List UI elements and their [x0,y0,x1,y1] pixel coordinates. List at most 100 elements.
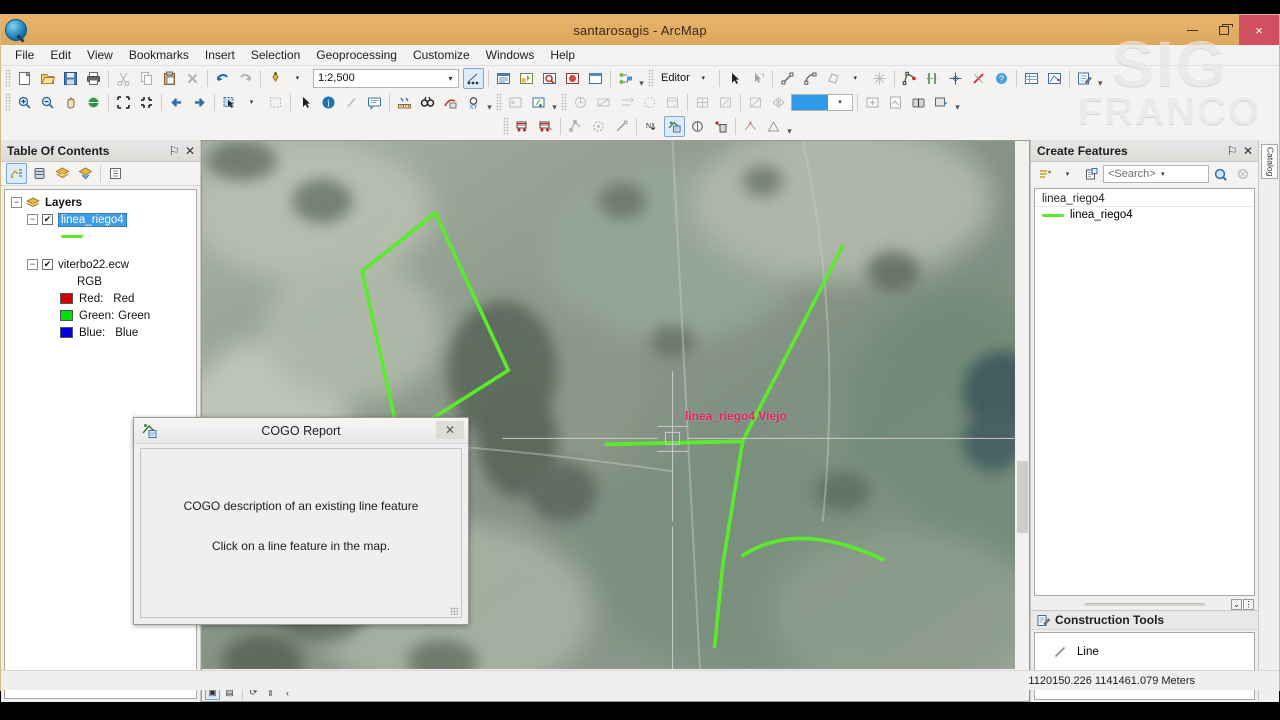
model-builder-icon[interactable] [615,68,636,89]
menu-edit[interactable]: Edit [42,46,79,64]
adjust-icon[interactable] [692,92,713,113]
rotate-icon[interactable] [945,68,966,89]
toolbar-grip[interactable] [648,69,654,87]
menu-insert[interactable]: Insert [197,46,243,64]
construction-tool-line[interactable]: Line [1035,645,1254,659]
georef-shift-icon[interactable] [616,92,637,113]
expander-icon[interactable]: − [27,259,38,270]
image-analysis-icon[interactable] [862,92,883,113]
list-by-drawing-order-icon[interactable] [6,163,27,184]
flip-icon[interactable] [768,92,789,113]
identify-icon[interactable]: i [318,92,339,113]
update-cogo-icon[interactable] [565,116,586,137]
print-icon[interactable] [83,68,104,89]
toolbar-overflow-button[interactable] [550,92,559,113]
cogo-dialog-titlebar[interactable]: COGO Report ✕ [134,418,468,444]
cogo-traverse-icon[interactable] [512,116,533,137]
cogo-area-icon[interactable] [611,116,632,137]
menu-file[interactable]: File [7,46,42,64]
editor-menu-dropdown[interactable]: ▾ [694,68,715,89]
expander-icon[interactable]: − [11,197,22,208]
undo-icon[interactable] [212,68,233,89]
toc-options-icon[interactable] [105,163,126,184]
cogo-traverse2-icon[interactable] [535,116,556,137]
clear-selection-icon[interactable] [265,92,286,113]
full-extent-icon[interactable] [83,92,104,113]
create-features-dropdown[interactable]: ▾ [1058,164,1079,185]
open-folder-icon[interactable] [37,68,58,89]
go-to-xy-icon[interactable]: XY [463,92,484,113]
cogo-divide-icon[interactable] [740,116,761,137]
feature-template-linea-riego4[interactable]: linea_riego4 [1035,207,1254,223]
add-data-dropdown[interactable]: ▾ [288,68,309,89]
layer-visibility-checkbox[interactable]: ✔ [42,259,53,270]
html-popup-icon[interactable] [364,92,385,113]
cogo-report-icon[interactable] [664,115,685,137]
toolbar-grip[interactable] [503,117,509,135]
trace-icon[interactable] [823,68,844,89]
save-icon[interactable] [60,68,81,89]
toc-close-button[interactable]: ✕ [182,144,198,158]
list-by-selection-icon[interactable] [75,163,96,184]
delete-icon[interactable] [182,68,203,89]
trace-dropdown[interactable]: ▾ [846,68,867,89]
edit-tool-icon[interactable] [724,68,745,89]
menu-bookmarks[interactable]: Bookmarks [121,46,197,64]
template-group-label[interactable]: linea_riego4 [1035,192,1254,207]
map-topology-icon[interactable] [528,92,549,113]
cogo-dialog-close-button[interactable]: ✕ [436,421,464,439]
construct-geometry-icon[interactable] [899,68,920,89]
feature-template-list[interactable]: linea_riego4 linea_riego4 [1034,188,1255,596]
arc-segment-icon[interactable] [800,68,821,89]
menu-customize[interactable]: Customize [405,46,478,64]
menu-help[interactable]: Help [542,46,583,64]
create-features-pin-button[interactable]: ⚐ [1224,144,1240,158]
edit-annotation-icon[interactable] [747,68,768,89]
find-icon[interactable] [417,92,438,113]
toolbar-grip[interactable] [5,93,11,111]
editor-menu-label[interactable]: Editor [656,72,693,84]
create-features-close-button[interactable]: ✕ [1240,144,1256,158]
zoom-in-fixed-icon[interactable] [113,92,134,113]
list-by-source-icon[interactable] [29,163,50,184]
proportion-icon[interactable] [588,116,609,137]
toolbar-overflow-button[interactable] [1096,68,1105,89]
topology-edit-icon[interactable] [505,92,526,113]
transform-icon[interactable] [715,92,736,113]
toolbar-overflow-button[interactable] [485,92,494,113]
zoom-in-icon[interactable] [14,92,35,113]
toolbar-overflow-button[interactable] [953,92,962,113]
menu-geoprocessing[interactable]: Geoprocessing [308,46,405,64]
paste-icon[interactable] [159,68,180,89]
undo-edit-icon[interactable]: ? [991,68,1012,89]
sketch-properties-icon[interactable] [1044,68,1065,89]
chevron-down-icon[interactable]: ▾ [443,74,458,83]
menu-selection[interactable]: Selection [243,46,308,64]
previous-extent-icon[interactable] [166,92,187,113]
toc-pin-button[interactable]: ⚐ [166,144,182,158]
direction-offset-icon[interactable]: N [641,116,662,137]
select-dropdown[interactable]: ▾ [242,92,263,113]
chevron-down-icon[interactable]: ▾ [1156,170,1170,178]
split-icon[interactable] [922,68,943,89]
redo-icon[interactable] [235,68,256,89]
menu-view[interactable]: View [79,46,121,64]
menu-windows[interactable]: Windows [478,46,543,64]
cut-polygon-icon[interactable] [968,68,989,89]
toolbar-grip[interactable] [561,93,567,111]
list-by-visibility-icon[interactable] [52,163,73,184]
chevron-down-icon[interactable]: ▾ [828,95,852,110]
new-document-icon[interactable] [14,68,35,89]
next-extent-icon[interactable] [189,92,210,113]
hyperlink-icon[interactable] [341,92,362,113]
zoom-out-icon[interactable] [37,92,58,113]
search-icon[interactable] [1210,164,1231,185]
rectify-icon[interactable] [745,92,766,113]
cut-icon[interactable] [113,68,134,89]
dock-tab-catalog[interactable]: Catalog [1260,144,1278,180]
toc-layer-viterbo22[interactable]: − ✔ viterbo22.ecw [5,256,196,273]
map-scale-combobox[interactable]: 1:2,500 ▾ [313,68,459,88]
toc-root-layers[interactable]: − Layers [5,194,196,211]
toolbar-grip[interactable] [5,69,11,87]
flicker-icon[interactable] [931,92,952,113]
